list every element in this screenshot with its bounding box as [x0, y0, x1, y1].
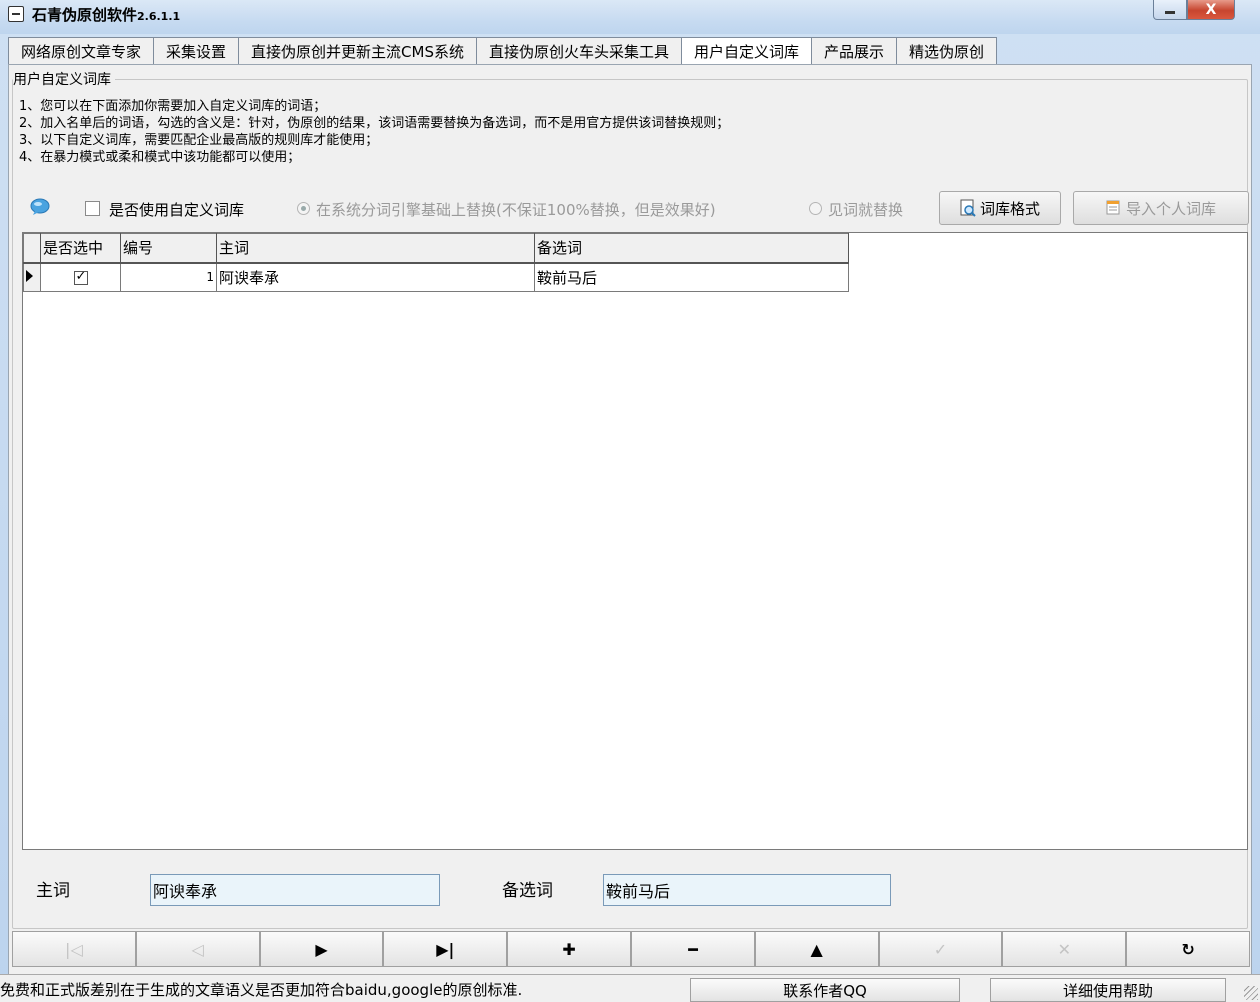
- import-personal-dictionary-button[interactable]: 导入个人词库: [1073, 191, 1249, 225]
- col-header-main-word[interactable]: 主词: [216, 233, 535, 264]
- tab-train-tool[interactable]: 直接伪原创火车头采集工具: [475, 37, 681, 65]
- grid-table: 是否选中 编号 主词 备选词 1 阿谀奉承 鞍前马后: [23, 233, 849, 292]
- refresh-icon: ↻: [1181, 939, 1195, 959]
- table-row[interactable]: 1 阿谀奉承 鞍前马后: [23, 262, 849, 292]
- app-version: 2.6.1.1: [137, 10, 181, 23]
- check-icon: ✓: [933, 939, 948, 959]
- preview-document-icon: [960, 199, 976, 217]
- info-bubble-icon: [30, 198, 50, 215]
- tab-collect-settings[interactable]: 采集设置: [153, 37, 239, 65]
- dictionary-format-button[interactable]: 词库格式: [939, 191, 1061, 225]
- tab-network-original[interactable]: 网络原创文章专家: [8, 37, 154, 65]
- current-row-arrow-icon: [26, 270, 33, 283]
- grid-indicator-header: [23, 233, 41, 264]
- tab-bar: 网络原创文章专家 采集设置 直接伪原创并更新主流CMS系统 直接伪原创火车头采集…: [8, 37, 998, 65]
- edit-up-icon: ▲: [810, 939, 823, 959]
- engine-replace-label: 在系统分词引擎基础上替换(不保证100%替换，但是效果好): [316, 201, 716, 219]
- import-personal-dictionary-label: 导入个人词库: [1125, 199, 1216, 218]
- instruction-line: 1、您可以在下面添加你需要加入自定义词库的词语；: [19, 99, 327, 114]
- nav-cancel-button[interactable]: ✕: [1002, 931, 1127, 967]
- last-record-icon: ▶|: [436, 939, 455, 959]
- main-word-input[interactable]: [150, 874, 440, 906]
- direct-replace-radio[interactable]: [809, 202, 822, 215]
- row-indicator: [23, 262, 41, 292]
- cell-selected[interactable]: [40, 262, 121, 292]
- status-message: 免费和正式版差别在于生成的文章语义是否更加符合baidu,google的原创标准…: [0, 981, 523, 999]
- cell-alt-word[interactable]: 鞍前马后: [534, 262, 849, 292]
- nav-refresh-button[interactable]: ↻: [1126, 931, 1250, 967]
- nav-last-button[interactable]: ▶|: [383, 931, 508, 967]
- title-bar: 石青伪原创软件2.6.1.1 X: [0, 0, 1260, 34]
- edit-zone: 主词 备选词: [22, 852, 1248, 925]
- use-custom-dictionary-checkbox[interactable]: [85, 201, 100, 216]
- import-table-icon: [1106, 200, 1120, 215]
- cell-main-word[interactable]: 阿谀奉承: [216, 262, 535, 292]
- system-menu-icon[interactable]: [8, 6, 24, 22]
- tab-selected-rewrite[interactable]: 精选伪原创: [896, 37, 998, 65]
- window-title: 石青伪原创软件2.6.1.1: [32, 4, 180, 25]
- cancel-x-icon: ✕: [1057, 939, 1071, 959]
- minus-icon: ━: [688, 939, 698, 959]
- group-title: 用户自定义词库: [13, 69, 115, 89]
- next-record-icon: ▶: [315, 939, 328, 959]
- plus-icon: ✚: [562, 939, 576, 959]
- nav-insert-button[interactable]: ✚: [507, 931, 631, 967]
- resize-grip-icon[interactable]: [1244, 986, 1258, 1000]
- nav-post-button[interactable]: ✓: [878, 931, 1003, 967]
- tab-content-panel: 用户自定义词库 1、您可以在下面添加你需要加入自定义词库的词语； 2、加入名单后…: [8, 64, 1252, 994]
- close-button[interactable]: X: [1187, 0, 1235, 20]
- direct-replace-label: 见词就替换: [828, 201, 904, 219]
- record-navigator: |◁ ◁ ▶ ▶| ✚ ━ ▲ ✓ ✕ ↻: [12, 931, 1250, 967]
- first-record-icon: |◁: [65, 939, 83, 959]
- instructions: 1、您可以在下面添加你需要加入自定义词库的词语； 2、加入名单后的词语，勾选的含…: [19, 98, 729, 166]
- instruction-line: 3、以下自定义词库，需要匹配企业最高版的规则库才能使用；: [19, 133, 379, 148]
- app-name: 石青伪原创软件: [32, 6, 138, 24]
- alt-word-label: 备选词: [502, 881, 553, 901]
- help-button[interactable]: 详细使用帮助: [990, 978, 1226, 1002]
- instruction-line: 2、加入名单后的词语，勾选的含义是：针对，伪原创的结果，该词语需要替换为备选词，…: [19, 116, 730, 131]
- nav-next-button[interactable]: ▶: [259, 931, 384, 967]
- tab-custom-dictionary[interactable]: 用户自定义词库: [681, 37, 812, 65]
- col-header-selected[interactable]: 是否选中: [40, 233, 121, 264]
- tab-products[interactable]: 产品展示: [811, 37, 897, 65]
- dictionary-format-label: 词库格式: [979, 199, 1040, 218]
- alt-word-input[interactable]: [603, 874, 891, 906]
- instruction-line: 4、在暴力模式或柔和模式中该功能都可以使用；: [19, 150, 301, 165]
- nav-delete-button[interactable]: ━: [630, 931, 755, 967]
- grid-header-row: 是否选中 编号 主词 备选词: [23, 233, 849, 264]
- minimize-button[interactable]: [1153, 0, 1187, 20]
- col-header-id[interactable]: 编号: [120, 233, 217, 264]
- main-word-label: 主词: [36, 881, 70, 901]
- close-icon: X: [1205, 1, 1217, 18]
- use-custom-dictionary-label: 是否使用自定义词库: [109, 201, 245, 219]
- options-row: 是否使用自定义词库 在系统分词引擎基础上替换(不保证100%替换，但是效果好) …: [29, 191, 1249, 226]
- engine-replace-radio[interactable]: [297, 202, 310, 215]
- tab-cms-update[interactable]: 直接伪原创并更新主流CMS系统: [238, 37, 476, 65]
- cell-id[interactable]: 1: [120, 262, 217, 292]
- nav-prior-button[interactable]: ◁: [135, 931, 260, 967]
- contact-author-button[interactable]: 联系作者QQ: [690, 978, 960, 1002]
- nav-edit-button[interactable]: ▲: [754, 931, 879, 967]
- col-header-alt-word[interactable]: 备选词: [534, 233, 849, 264]
- prior-record-icon: ◁: [191, 939, 204, 959]
- row-checkbox[interactable]: [73, 269, 88, 285]
- status-bar: 免费和正式版差别在于生成的文章语义是否更加符合baidu,google的原创标准…: [0, 974, 1260, 1002]
- nav-first-button[interactable]: |◁: [12, 931, 136, 967]
- dictionary-grid[interactable]: 是否选中 编号 主词 备选词 1 阿谀奉承 鞍前马后: [22, 232, 1248, 850]
